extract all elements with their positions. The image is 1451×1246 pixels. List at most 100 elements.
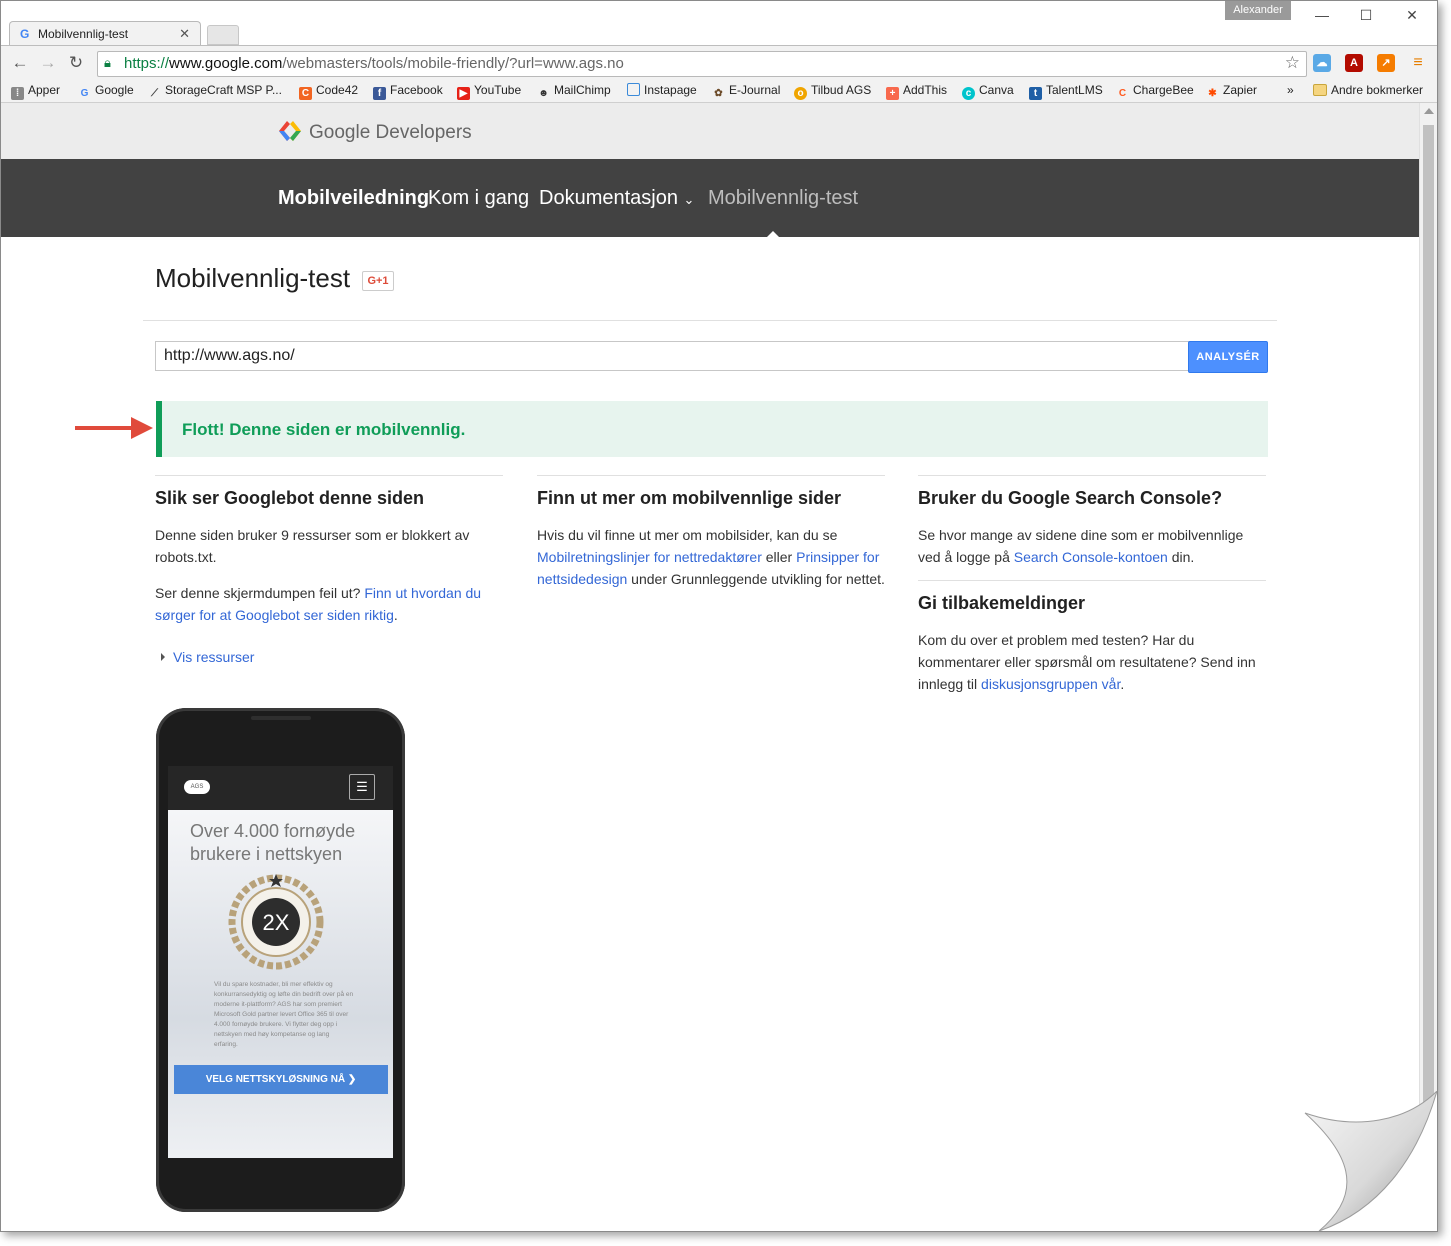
forward-arrow-icon[interactable]: → <box>37 52 59 74</box>
bookmark-ejournal[interactable]: ✿ E-Journal <box>712 83 780 100</box>
mobile-guidelines-link[interactable]: Mobilretningslinjer for nettredaktører <box>537 549 762 565</box>
bookmark-facebook[interactable]: f Facebook <box>373 83 443 100</box>
preview-hero: Over 4.000 fornøyde brukere i nettskyen … <box>168 810 393 1158</box>
menu-icon[interactable]: ≡ <box>1409 54 1427 72</box>
developers-chevron-icon <box>279 121 301 141</box>
active-nav-caret <box>767 231 779 237</box>
apps-grid-icon: ⁞ <box>11 87 24 100</box>
bookmark-youtube[interactable]: ▶ YouTube <box>457 83 521 100</box>
page-title: Mobilvennlig-test <box>155 263 351 293</box>
developers-header: Google Developers <box>1 103 1419 159</box>
page-curl-decoration <box>1297 1091 1437 1231</box>
blocked-resources-text: Denne siden bruker 9 ressurser som er bl… <box>155 527 470 565</box>
facebook-icon: f <box>373 87 386 100</box>
storagecraft-icon: ⟋ <box>151 88 158 99</box>
bookmark-addthis[interactable]: + AddThis <box>886 83 947 100</box>
console-column: Bruker du Google Search Console? Se hvor… <box>918 475 1266 695</box>
addthis-icon: + <box>886 87 899 100</box>
profile-badge[interactable]: Alexander <box>1225 1 1291 20</box>
badge-label: 2X <box>263 910 290 935</box>
zapier-icon: ✱ <box>1208 88 1217 99</box>
preview-body-text: Vil du spare kostnader, bli mer effektiv… <box>214 981 354 1048</box>
page-viewport: Google Developers Mobilveiledning Kom i … <box>1 103 1419 1231</box>
talentlms-icon: t <box>1029 87 1042 100</box>
feedback-text: Kom du over et problem med testen? Har d… <box>918 632 1256 692</box>
column-divider <box>918 475 1266 476</box>
nav-kom-i-gang[interactable]: Kom i gang <box>428 187 529 210</box>
learn-column: Finn ut mer om mobilvennlige sider Hvis … <box>537 475 885 590</box>
maximize-button[interactable]: ☐ <box>1351 5 1381 25</box>
chevron-down-icon: ⌄ <box>683 192 695 207</box>
scrollbar-thumb[interactable] <box>1423 125 1434 1165</box>
scroll-up-arrow-icon[interactable] <box>1424 108 1434 114</box>
other-bookmarks-folder[interactable]: Andre bokmerker <box>1313 83 1423 97</box>
folder-icon <box>1313 84 1327 96</box>
bookmark-google[interactable]: G Google <box>78 83 134 100</box>
section-divider <box>918 580 1266 581</box>
minimize-button[interactable]: — <box>1307 5 1337 25</box>
bookmark-storagecraft[interactable]: ⟋ StorageCraft MSP P... <box>148 83 282 100</box>
lock-icon: 🔒︎ <box>104 55 111 70</box>
url-text: https://www.google.com/webmasters/tools/… <box>124 55 624 72</box>
address-bar[interactable]: 🔒︎ https://www.google.com/webmasters/too… <box>97 51 1307 77</box>
learn-heading: Finn ut mer om mobilvennlige sider <box>537 488 842 508</box>
tab-title: Mobilvennlig-test <box>38 27 129 41</box>
mailchimp-icon: ☻ <box>538 88 549 99</box>
preview-header: AGS ☰ <box>168 766 393 810</box>
column-divider <box>155 475 503 476</box>
title-divider <box>143 320 1277 321</box>
feedback-heading: Gi tilbakemeldinger <box>918 593 1086 613</box>
nav-dokumentasjon[interactable]: Dokumentasjon ⌄ <box>539 187 694 210</box>
result-banner: Flott! Denne siden er mobilvennlig. <box>156 401 1268 457</box>
browser-window: G Mobilvennlig-test ✕ Alexander — ☐ ✕ ← … <box>0 0 1438 1232</box>
learn-text: Hvis du vil finne ut mer om mobilsider, … <box>537 527 885 587</box>
reload-icon[interactable]: ↻ <box>65 52 87 74</box>
bookmark-code42[interactable]: C Code42 <box>299 83 358 100</box>
phone-screen: AGS ☰ Over 4.000 fornøyde brukere i nett… <box>168 766 393 1158</box>
nav-mobilvennlig-test[interactable]: Mobilvennlig-test <box>708 187 858 210</box>
expand-triangle-icon <box>161 653 165 661</box>
close-tab-icon[interactable]: ✕ <box>179 26 190 42</box>
bookmark-instapage[interactable]: Instapage <box>627 83 697 97</box>
ags-cloud-logo: AGS <box>184 780 210 794</box>
bookmark-talentlms[interactable]: t TalentLMS <box>1029 83 1103 100</box>
close-window-button[interactable]: ✕ <box>1397 5 1427 25</box>
more-bookmarks-chevron[interactable]: » <box>1287 83 1294 97</box>
nav-mobilveiledning[interactable]: Mobilveiledning <box>278 187 429 210</box>
cloud-extension-icon[interactable]: ☁ <box>1313 54 1331 72</box>
phone-speaker <box>251 716 311 720</box>
result-text: Flott! Denne siden er mobilvennlig. <box>182 420 466 439</box>
show-resources-toggle[interactable]: Vis ressurser <box>155 646 503 668</box>
column-divider <box>537 475 885 476</box>
back-arrow-icon[interactable]: ← <box>9 52 31 74</box>
discussion-group-link[interactable]: diskusjonsgruppen vår <box>981 676 1120 692</box>
url-input[interactable]: http://www.ags.no/ <box>155 341 1191 371</box>
youtube-icon: ▶ <box>457 87 470 100</box>
bookmark-star-icon[interactable]: ☆ <box>1285 53 1300 73</box>
preview-menu-icon: ☰ <box>349 774 375 800</box>
vertical-scrollbar[interactable] <box>1419 103 1437 1231</box>
code42-icon: C <box>299 87 312 100</box>
acrobat-extension-icon[interactable]: A <box>1345 54 1363 72</box>
screenshot-help-text: Ser denne skjermdumpen feil ut? Finn ut … <box>155 585 482 623</box>
title-bar: G Mobilvennlig-test ✕ Alexander — ☐ ✕ <box>1 1 1437 46</box>
canva-icon: c <box>962 87 975 100</box>
gplus-button[interactable]: G+1 <box>362 271 394 291</box>
phone-preview: AGS ☰ Over 4.000 fornøyde brukere i nett… <box>156 708 405 1212</box>
instapage-icon <box>627 83 640 96</box>
bookmarks-bar: ⁞ Apper G Google ⟋ StorageCraft MSP P... CC… <box>1 80 1437 103</box>
bookmark-tilbud-ags[interactable]: o Tilbud AGS <box>794 83 871 100</box>
bookmark-mailchimp[interactable]: ☻ MailChimp <box>537 83 610 100</box>
bookmark-apper[interactable]: ⁞ Apper <box>11 83 60 100</box>
search-console-link[interactable]: Search Console-kontoen <box>1014 549 1168 565</box>
console-text: Se hvor mange av sidene dine som er mobi… <box>918 527 1244 565</box>
google-developers-logo[interactable]: Google Developers <box>277 119 472 144</box>
bookmark-chargebee[interactable]: C ChargeBee <box>1116 83 1194 100</box>
googlebot-column: Slik ser Googlebot denne siden Denne sid… <box>155 475 503 668</box>
new-tab-button[interactable] <box>207 25 239 45</box>
tab-mobilvennlig-test[interactable]: G Mobilvennlig-test ✕ <box>9 21 201 46</box>
bookmark-zapier[interactable]: ✱ Zapier <box>1206 83 1257 100</box>
bookmark-canva[interactable]: c Canva <box>962 83 1014 100</box>
analyze-button[interactable]: ANALYSÉR <box>1188 341 1268 373</box>
analytics-extension-icon[interactable]: ↗ <box>1377 54 1395 72</box>
